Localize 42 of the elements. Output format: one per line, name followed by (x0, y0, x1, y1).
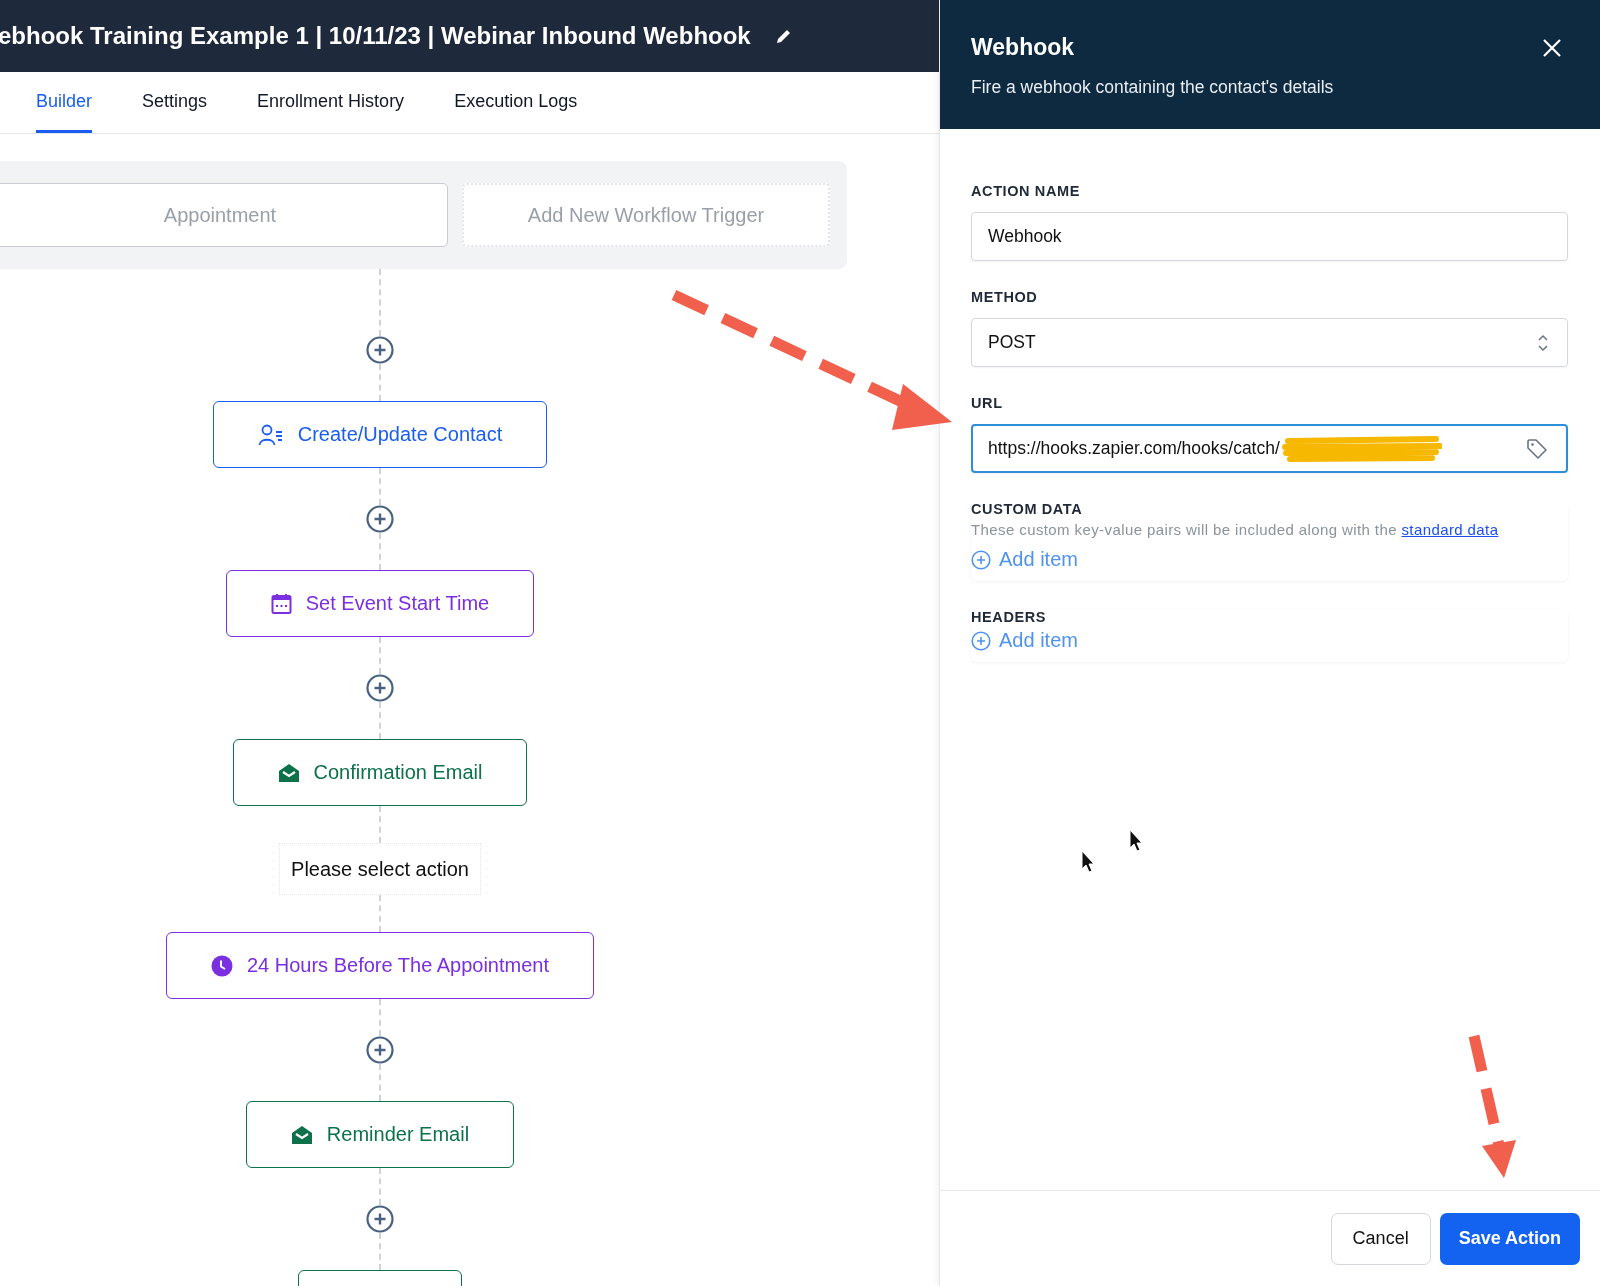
field-label: URL (971, 395, 1004, 411)
action-node[interactable]: Reminder Email (245, 1101, 515, 1168)
panel-title: Webhook (971, 34, 1076, 61)
edit-icon[interactable] (774, 27, 793, 45)
method-dropdown[interactable]: POST (971, 318, 1568, 367)
select-action-node[interactable]: Please select action (279, 843, 481, 895)
field-label: ACTION NAME (971, 183, 1081, 199)
clock-icon (210, 954, 233, 977)
close-icon[interactable] (1542, 38, 1562, 58)
calendar-icon (270, 592, 292, 615)
standard-data-link[interactable]: standard data (1401, 521, 1499, 538)
tab[interactable]: Enrollment History (257, 72, 405, 133)
contact-icon (257, 423, 284, 446)
chevron-up-down-icon (1537, 332, 1549, 353)
add-step-icon[interactable] (366, 1205, 394, 1233)
add-step-icon[interactable] (366, 1036, 394, 1064)
tab[interactable]: Settings (142, 72, 208, 133)
url-field[interactable]: https://hooks.zapier.com/hooks/catch/ (971, 424, 1568, 473)
field-label: METHOD (971, 289, 1039, 305)
action-node[interactable]: Set Event Start Time (225, 570, 535, 637)
mouse-pointer-icon (1081, 850, 1095, 873)
plus-circle-icon (971, 549, 991, 570)
section-description: These custom key-value pairs will be included along with the standard data (971, 521, 1500, 538)
save-button[interactable]: Save Action (1439, 1212, 1580, 1265)
plus-circle-icon (971, 630, 991, 651)
tag-icon[interactable] (1526, 437, 1548, 460)
add-step-icon[interactable] (366, 336, 394, 364)
action-node[interactable]: 24 Hours Before The Appointment (165, 932, 594, 999)
tab[interactable]: Execution Logs (454, 72, 578, 133)
section-label: HEADERS (971, 609, 1048, 625)
tab[interactable]: Builder (36, 72, 93, 133)
add-step-icon[interactable] (366, 674, 394, 702)
cancel-button[interactable]: Cancel (1330, 1212, 1431, 1265)
envelope-icon (277, 762, 300, 783)
envelope-icon (290, 1124, 313, 1145)
action-node[interactable]: Confirmation Email (232, 739, 528, 806)
panel-subtitle: Fire a webhook containing the contact's details (971, 77, 1334, 98)
action-name-field[interactable]: Webhook (971, 212, 1568, 261)
action-node[interactable]: Create/Update Contact (212, 401, 548, 468)
mouse-pointer-icon (1129, 829, 1143, 852)
section-label: CUSTOM DATA (971, 501, 1084, 517)
add-step-icon[interactable] (366, 505, 394, 533)
